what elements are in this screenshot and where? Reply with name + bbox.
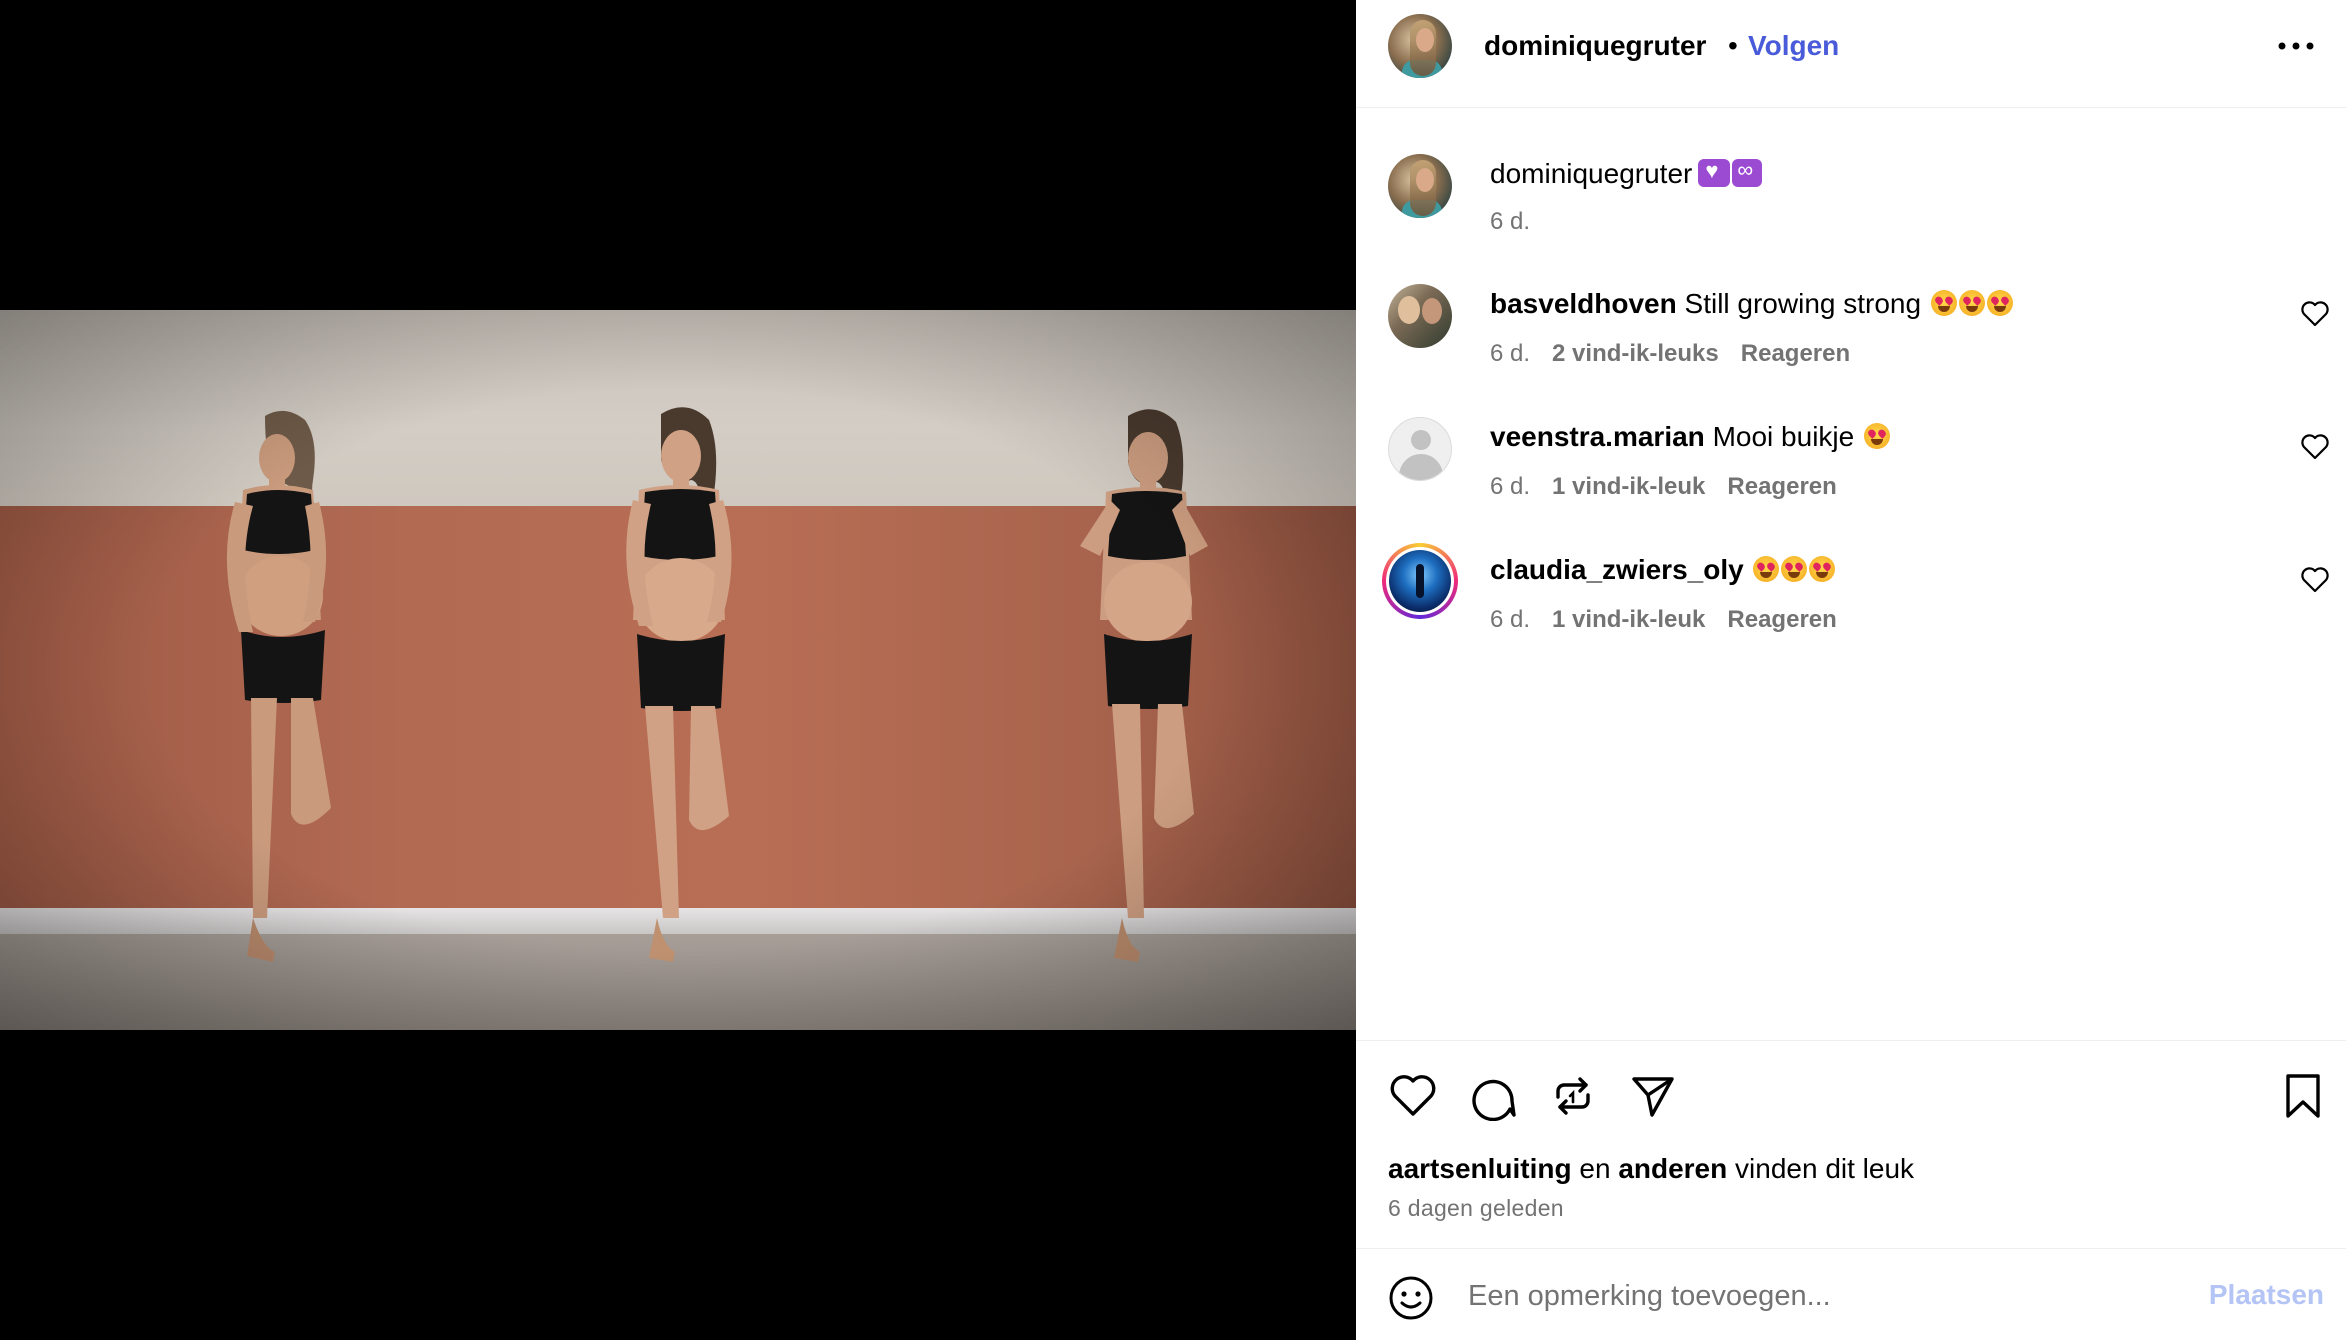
comment-reply-button[interactable]: Reageren [1741, 340, 1850, 367]
comment-username[interactable]: claudia_zwiers_oly [1490, 554, 1744, 585]
commenter-avatar[interactable] [1388, 284, 1452, 348]
heart-eyes-emoji-icon [1809, 556, 1836, 582]
author-avatar[interactable] [1388, 14, 1452, 78]
heart-eyes-emoji-icon [1864, 423, 1890, 449]
comment-meta: 6 d. 1 vind-ik-leuk Reageren [1490, 606, 1859, 634]
add-comment-bar: Plaatsen [1356, 1248, 2346, 1340]
comment-text: Still growing strong [1684, 288, 1922, 319]
repost-icon[interactable] [1548, 1071, 1598, 1121]
bookmark-icon[interactable] [2278, 1071, 2328, 1121]
comment-line: claudia_zwiers_oly [1490, 554, 1836, 586]
post-comment-button[interactable]: Plaatsen [2209, 1279, 2324, 1311]
likes-user[interactable]: aartsenluiting [1388, 1153, 1572, 1184]
comment-line: basveldhoven Still growing strong [1490, 288, 2013, 320]
heart-eyes-emoji-icon [1781, 556, 1808, 582]
likes-others[interactable]: anderen [1618, 1153, 1727, 1184]
post-timestamp[interactable]: 6 dagen geleden [1388, 1195, 1564, 1222]
comment-text: Mooi buikje [1712, 421, 1855, 452]
purple-heart-emoji-icon [1698, 158, 1731, 187]
comment-likes[interactable]: 2 vind-ik-leuks [1552, 340, 1719, 367]
post-photo [0, 310, 1356, 1030]
comment-like-heart-icon[interactable] [2300, 300, 2330, 328]
caption-time[interactable]: 6 d. [1490, 208, 1530, 235]
likes-suffix: vinden dit leuk [1735, 1153, 1915, 1184]
caption-line: dominiquegruter [1490, 157, 1763, 190]
comment-likes[interactable]: 1 vind-ik-leuk [1552, 473, 1705, 500]
comment-icon[interactable] [1468, 1071, 1518, 1121]
comment-time[interactable]: 6 d. [1490, 606, 1530, 633]
post-sidebar: dominiquegruter • Volgen dominiquegruter… [1356, 0, 2346, 1340]
likes-summary: aartsenluiting en anderen vinden dit leu… [1388, 1153, 1914, 1185]
comment-meta: 6 d. 1 vind-ik-leuk Reageren [1490, 473, 1859, 501]
heart-eyes-emoji-icon [1930, 290, 1957, 316]
photo-vignette [0, 310, 1356, 1030]
follow-button[interactable]: Volgen [1748, 30, 1839, 62]
comment-like-heart-icon[interactable] [2300, 433, 2330, 461]
infinity-emoji-icon [1732, 157, 1763, 187]
more-horizontal-icon[interactable] [2276, 34, 2316, 58]
comment-meta: 6 d. 2 vind-ik-leuks Reageren [1490, 340, 1872, 368]
heart-eyes-emoji-icon [1958, 290, 1985, 316]
likes-and: en [1579, 1153, 1611, 1184]
caption-meta: 6 d. [1490, 208, 1552, 236]
post-media[interactable] [0, 0, 1356, 1340]
caption-avatar[interactable] [1388, 154, 1452, 218]
comment-username[interactable]: basveldhoven [1490, 288, 1677, 319]
comment-username[interactable]: veenstra.marian [1490, 421, 1705, 452]
comment-reply-button[interactable]: Reageren [1727, 606, 1836, 633]
heart-eyes-emoji-icon [1986, 290, 2013, 316]
heart-icon[interactable] [1388, 1071, 1438, 1121]
caption-username[interactable]: dominiquegruter [1490, 158, 1692, 189]
comment-input[interactable] [1468, 1271, 2168, 1321]
author-username[interactable]: dominiquegruter [1484, 30, 1706, 62]
commenter-avatar-default[interactable] [1388, 417, 1452, 481]
emoji-picker-icon[interactable] [1388, 1275, 1434, 1321]
share-icon[interactable] [1628, 1071, 1678, 1121]
commenter-avatar-story-ring[interactable] [1382, 543, 1458, 619]
header-separator: • [1728, 30, 1738, 61]
post-header: dominiquegruter • Volgen [1356, 0, 2346, 108]
comment-line: veenstra.marian Mooi buikje [1490, 421, 1890, 453]
comment-like-heart-icon[interactable] [2300, 566, 2330, 594]
comment-time[interactable]: 6 d. [1490, 340, 1530, 367]
comment-time[interactable]: 6 d. [1490, 473, 1530, 500]
heart-eyes-emoji-icon [1753, 556, 1780, 582]
post-actions: aartsenluiting en anderen vinden dit leu… [1356, 1040, 2346, 1250]
comment-likes[interactable]: 1 vind-ik-leuk [1552, 606, 1705, 633]
comment-reply-button[interactable]: Reageren [1727, 473, 1836, 500]
